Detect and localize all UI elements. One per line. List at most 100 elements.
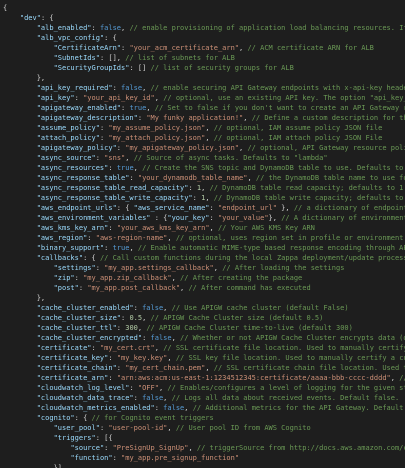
json-key: "your_key" [167,214,210,222]
json-string: "your_value" [217,214,269,222]
json-key: "assume_policy" [36,124,100,132]
code-comment: // Your AWS KMS Key ARN [217,224,315,232]
json-punctuation: { [3,4,8,12]
json-punctuation: , [205,194,214,202]
code-comment: // After creating the package [180,274,303,282]
code-line: "async_source": "sns", // Source of asyn… [3,153,405,163]
json-punctuation [3,94,37,102]
json-punctuation: , [154,94,164,102]
json-punctuation: : [91,344,100,352]
json-string: "my_cert.crt" [99,344,155,352]
json-string: "my_app.post_callback" [87,284,181,292]
json-punctuation: , [201,184,210,192]
code-line: "settings": "my_app.settings_callback", … [3,263,405,273]
json-key: "attach_policy" [36,134,100,142]
json-punctuation: , [188,444,197,452]
json-punctuation: : [116,364,126,372]
code-comment: // optional, use an existing API key. Th… [163,94,405,102]
json-punctuation: : [74,274,84,282]
code-line: "apigateway_policy": "my_apigateway_poli… [3,143,405,153]
json-punctuation: : [133,394,143,402]
code-line: "source": "PreSignUp_SignUp", // trigger… [3,443,405,453]
json-punctuation: , [213,264,223,272]
json-punctuation: , [167,234,176,242]
code-comment: // SSL key file location. Used to manual… [175,354,405,362]
json-punctuation [3,174,37,182]
code-comment: // optional, API Gateway resource policy… [247,144,405,152]
json-boolean: false [150,334,172,342]
code-editor[interactable]: { "dev": { "alb_enabled": false, // enab… [0,0,405,468]
json-string: "your_api_key_id" [83,94,155,102]
json-key: "async_response_table" [36,174,130,182]
json-key: "alb_enabled" [36,24,92,32]
code-comment: // Whether or not APIGW Cache Cluster en… [180,334,405,342]
json-punctuation [3,384,37,392]
code-comment: // optional, uses region set in profile … [175,234,404,242]
json-punctuation: , [171,274,181,282]
code-line: "callbacks": { // Call custom functions … [3,253,405,263]
code-comment: // ACM certificate [399,374,405,382]
json-punctuation [3,44,54,52]
json-punctuation: : [108,354,117,362]
code-comment: // A dictionary of environment variables… [281,214,405,222]
json-boolean: false [121,84,143,92]
code-comment: // triggerSource from http://docs.aws.am… [196,444,405,452]
code-line: "triggers": [{ [3,433,405,443]
code-line: { [3,3,405,13]
json-punctuation: : { [40,14,54,22]
json-punctuation [3,444,70,452]
json-punctuation [3,374,37,382]
code-line: "user_pool": "user-pool-id", // User poo… [3,423,405,433]
json-key: "async_response_table_read_capacity" [36,184,189,192]
json-key: "aws_environment_variables" [36,214,151,222]
code-line: "cloudwatch_data_trace": false, // Logs … [3,393,405,403]
json-string: "my_assume_policy.json" [108,124,206,132]
code-line: "function": "my_app.pre_signup_function" [3,453,405,463]
json-punctuation: : [108,224,117,232]
json-punctuation: , [142,84,151,92]
json-key: "CertificateArn" [53,44,122,52]
json-key: "apigateway_enabled" [36,104,122,112]
code-comment: // DynamoDB table write capacity; defaul… [213,194,405,202]
json-string: "my_app.zip_callback" [83,274,172,282]
json-punctuation: , [184,404,193,412]
code-comment: // optional, IAM assume policy JSON file [213,124,383,132]
json-punctuation [3,34,37,42]
json-punctuation: : [112,84,122,92]
json-punctuation: : [74,94,84,102]
code-comment: // Set to false if you don't want to cre… [154,104,405,112]
json-string: "your_dynamodb_table_name" [137,174,248,182]
code-line: "alb_vpc_config": { [3,33,405,43]
json-punctuation [3,354,37,362]
json-punctuation [3,84,37,92]
json-key: "zip" [53,274,75,282]
json-string: "OFF" [137,384,159,392]
json-key: "user_pool" [53,424,100,432]
json-punctuation [3,284,54,292]
code-comment: // list of subnets for ALB [125,54,235,62]
json-punctuation [3,224,37,232]
json-punctuation [3,114,37,122]
json-boolean: false [142,394,164,402]
json-punctuation: : [154,404,164,412]
code-comment: // After command has executed [188,284,311,292]
code-line: "cloudwatch_log_level": "OFF", // Enable… [3,383,405,393]
json-string: "user-pool-id" [108,424,168,432]
json-punctuation: : [116,324,126,332]
code-line: "certificate": "my_cert.crt", // SSL cer… [3,343,405,353]
json-punctuation: , [129,244,138,252]
code-line: }] [3,463,405,468]
code-line: "cache_cluster_enabled": false, // Use A… [3,303,405,313]
json-punctuation: : [209,204,218,212]
json-punctuation [3,414,37,422]
json-punctuation [3,24,37,32]
json-string: "my_key.key" [116,354,168,362]
json-punctuation [3,324,37,332]
json-string: "my_cert_chain.pem" [125,364,206,372]
code-line: "attach_policy": "my_attach_policy.json"… [3,133,405,143]
code-comment: // for Cognito event triggers [91,414,214,422]
json-punctuation [3,454,70,462]
json-punctuation: : [142,334,151,342]
json-key: "cache_cluster_size" [36,314,122,322]
json-punctuation: , [154,344,164,352]
